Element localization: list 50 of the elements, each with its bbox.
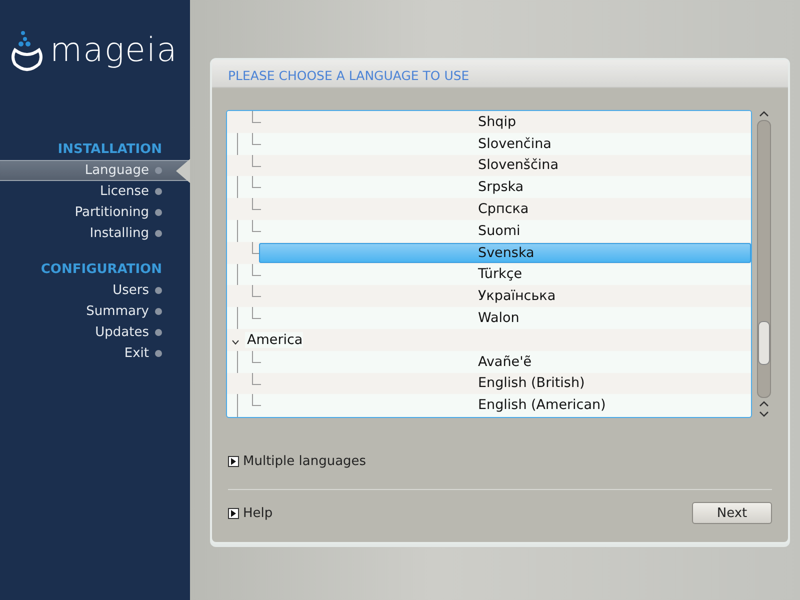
language-row[interactable]: Türkçe	[227, 264, 751, 286]
language-label: Српска	[477, 200, 530, 220]
logo-wordmark: mageia	[50, 32, 178, 66]
language-label: Slovenčina	[477, 134, 552, 154]
language-label: Українська	[477, 287, 557, 306]
triangle-right-icon	[230, 458, 237, 465]
step-item: Users	[0, 280, 190, 301]
step-item: Exit	[0, 343, 190, 364]
step-item: License	[0, 181, 190, 202]
language-label: Shqip	[477, 112, 518, 132]
language-label: English (American)	[477, 396, 607, 416]
next-button[interactable]: Next	[692, 502, 772, 524]
language-row[interactable]: Slovenščina	[227, 154, 751, 176]
language-label: Avañe'ẽ	[477, 352, 533, 372]
language-label: English (British)	[477, 374, 586, 394]
language-label: Slovenščina	[477, 156, 560, 176]
panel-title: PLEASE CHOOSE A LANGUAGE TO USE	[212, 60, 788, 88]
language-row[interactable]: English (British)	[227, 372, 751, 394]
tree-group-label[interactable]: America	[245, 332, 303, 348]
language-row[interactable]: Suomi	[227, 220, 751, 242]
scrollbar-thumb[interactable]	[758, 321, 770, 365]
language-label: Türkçe	[477, 265, 524, 284]
scrollbar-track[interactable]	[757, 120, 771, 398]
language-row[interactable]: Avañe'ẽ	[227, 350, 751, 373]
language-label: Srpska	[477, 178, 525, 198]
step-item: Language	[0, 160, 190, 181]
language-label: Suomi	[477, 222, 522, 241]
language-row[interactable]: Svenska	[227, 242, 751, 264]
multiple-languages-toggle[interactable]: Multiple languages	[228, 454, 772, 469]
language-label: Walon	[477, 309, 520, 328]
scroll-up-icon[interactable]	[759, 400, 769, 408]
section-heading: CONFIGURATION	[40, 262, 163, 277]
scroll-up-icon[interactable]	[759, 110, 769, 118]
language-row[interactable]: Slovenčina	[227, 132, 751, 155]
language-row[interactable]: English (American)	[227, 394, 751, 416]
language-row[interactable]: Српска	[227, 198, 751, 220]
scroll-down-icon[interactable]	[759, 410, 769, 418]
language-label: Svenska	[477, 244, 536, 263]
step-item: Partitioning	[0, 202, 190, 223]
help-toggle[interactable]: Help	[228, 506, 273, 520]
language-row[interactable]: Українська	[227, 285, 751, 308]
section-heading: INSTALLATION	[56, 142, 163, 157]
language-tree[interactable]: Shqip Slovenčina Slovenščina Srpska Српска Suomi Svenska Türkçe Українська Walon America Avañe'ẽ English (British) English (American)	[226, 110, 752, 418]
language-row[interactable]: Srpska	[227, 176, 751, 198]
language-row[interactable]: Walon	[227, 307, 751, 329]
step-item: Installing	[0, 223, 190, 244]
step-item: Updates	[0, 322, 190, 343]
language-row[interactable]: Shqip	[227, 111, 751, 133]
triangle-right-icon	[230, 510, 237, 516]
step-item: Summary	[0, 301, 190, 322]
